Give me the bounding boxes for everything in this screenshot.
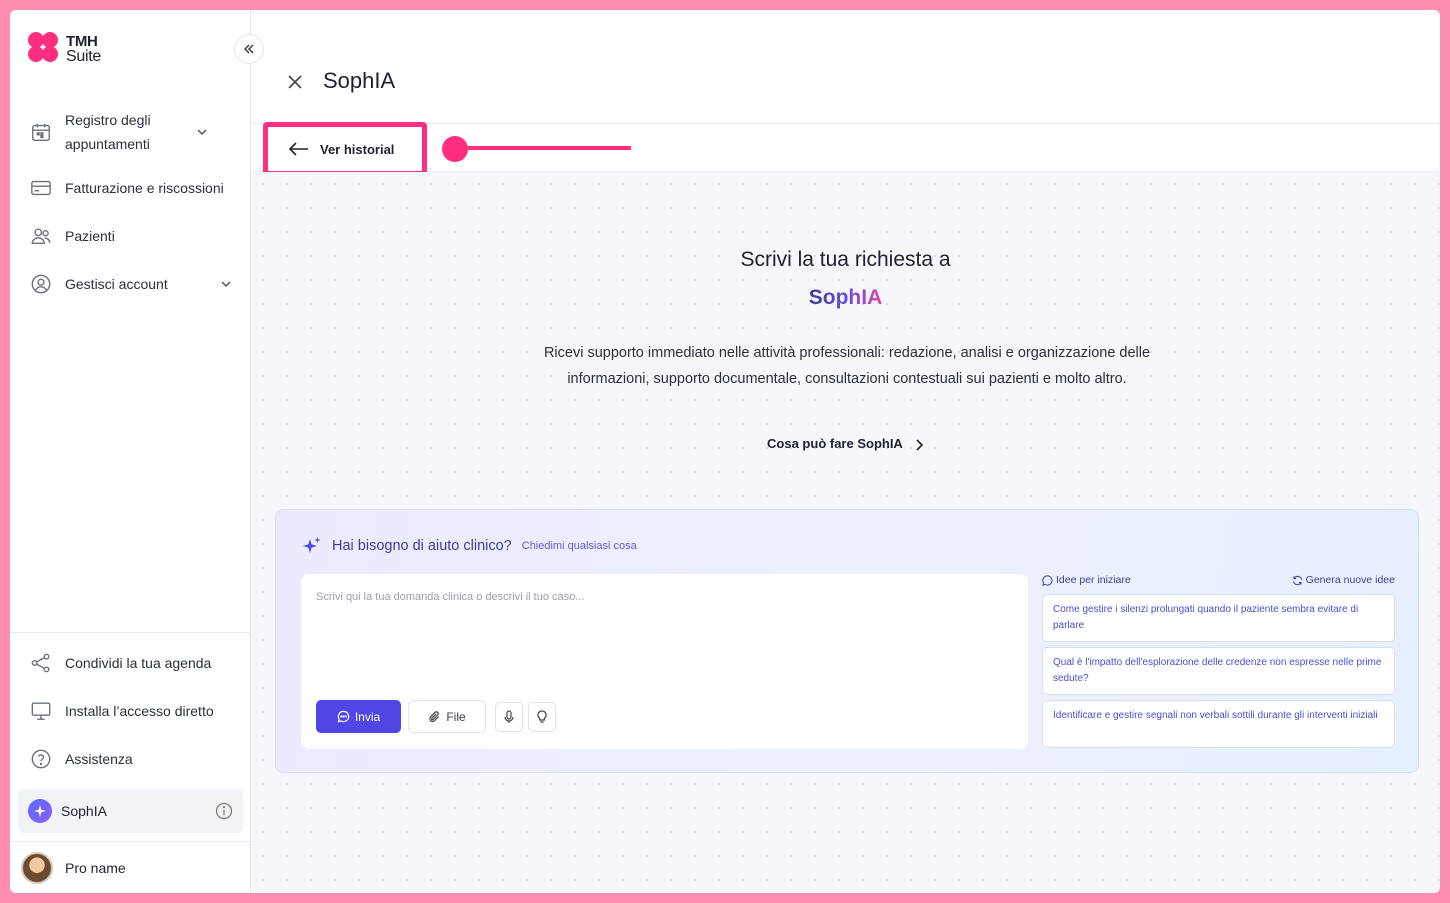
view-history-button[interactable]: Ver historial [263,122,427,176]
chevron-down-icon [221,281,231,288]
sidebar-item-install-shortcut[interactable]: Installa l’accesso diretto [10,687,251,735]
user-circle-icon [31,274,51,294]
app-window: TMH Suite Registro degli appuntamenti Fa… [10,10,1440,893]
sidebar-item-label: SophIA [61,803,107,819]
sidebar-item-support[interactable]: Assistenza [10,735,251,783]
hero-brand: SophIA [808,286,883,309]
info-icon[interactable] [215,802,233,820]
sidebar-item-sophia[interactable]: SophIA [18,789,243,833]
sidebar-item-account[interactable]: Gestisci account [10,260,251,308]
sidebar-item-label: Assistenza [65,751,133,767]
chevron-down-icon [197,129,207,136]
microphone-icon [504,710,514,723]
paperclip-icon [429,710,440,722]
microphone-button[interactable] [495,702,523,732]
chat-bubble-icon [1042,574,1053,586]
chat-content: Scrivi la tua richiesta a SophIA Ricevi … [251,172,1440,893]
sidebar-item-billing[interactable]: Fatturazione e riscossioni [10,164,251,212]
calendar-icon [32,123,50,141]
profile[interactable]: Pro name [10,841,251,893]
sidebar-item-label: Gestisci account [65,276,168,292]
lightbulb-icon [537,710,547,723]
close-icon[interactable] [285,72,305,92]
users-icon [31,228,51,245]
logo-icon [28,32,62,66]
ideas-header: Idee per iniziare Genera nuove idee [1042,574,1395,586]
sidebar-item-label: Registro degli appuntamenti [65,112,151,152]
logo-text: TMH Suite [66,33,101,65]
hero-description: Ricevi supporto immediato nelle attività… [543,345,1151,387]
sparkle-icon [28,799,52,823]
highlight-pointer-line [465,146,631,150]
page-title: SophIA [323,68,396,93]
sidebar-item-appointments[interactable]: Registro degli appuntamenti [10,100,251,164]
main-panel: SophIA Ver historial Scrivi la tua richi… [251,10,1440,893]
question-placeholder: Scrivi qui la tua domanda clinica o desc… [316,591,585,603]
panel-header: SophIA [251,10,1440,124]
chevron-right-icon [916,438,924,451]
sidebar-item-patients[interactable]: Pazienti [10,212,251,260]
ideas-button[interactable] [528,702,556,732]
credit-card-icon [31,180,51,196]
sidebar-item-label: Condividi la tua agenda [65,655,212,671]
generate-ideas-button[interactable]: Genera nuove idee [1292,574,1395,586]
sidebar-item-label: Pazienti [65,228,115,244]
chevrons-left-icon [244,44,254,54]
refresh-icon [1292,575,1302,585]
assistant-card: Hai bisogno di aiuto clinico? Chiedimi q… [275,509,1419,773]
question-input[interactable]: Scrivi qui la tua domanda clinica o desc… [301,574,1028,749]
view-history-label: Ver historial [320,141,395,157]
logo: TMH Suite [28,32,101,66]
history-bar [251,124,1440,172]
chat-bubble-icon [337,710,350,723]
sidebar-item-label: Fatturazione e riscossioni [65,180,224,196]
attach-file-button[interactable]: File [408,700,486,733]
assistant-heading: Hai bisogno di aiuto clinico? Chiedimi q… [302,536,637,556]
idea-suggestion[interactable]: Identificare e gestire segnali non verba… [1042,700,1395,748]
hero-title: Scrivi la tua richiesta a [740,248,951,271]
send-button[interactable]: Invia [316,700,401,733]
sidebar-item-label: Installa l’accesso diretto [65,703,214,719]
profile-name: Pro name [65,859,126,876]
monitor-icon [31,702,51,720]
idea-suggestion[interactable]: Come gestire i silenzi prolungati quando… [1042,594,1395,642]
what-can-sophia-do-link[interactable]: Cosa può fare SophIA [251,436,1440,451]
sidebar-nav: Registro degli appuntamenti Fatturazione… [10,100,251,308]
sparkles-icon [303,537,321,553]
idea-suggestion[interactable]: Qual è l'impatto dell'esplorazione delle… [1042,647,1395,695]
avatar [21,851,53,884]
sidebar: TMH Suite Registro degli appuntamenti Fa… [10,10,251,893]
sidebar-bottom: Condividi la tua agenda Installa l’acces… [10,632,251,833]
ideas-title: Idee per iniziare [1042,574,1131,586]
collapse-sidebar-button[interactable] [234,34,264,64]
arrow-left-icon [288,142,308,156]
share-icon [31,653,50,673]
sidebar-item-share-agenda[interactable]: Condividi la tua agenda [10,639,251,687]
help-circle-icon [31,749,51,769]
